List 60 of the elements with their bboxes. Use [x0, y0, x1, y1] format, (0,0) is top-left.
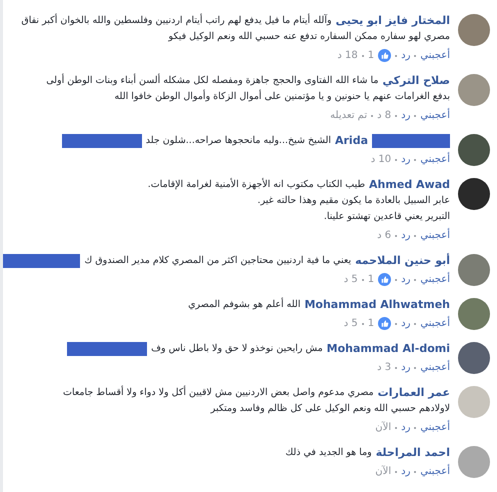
- comment-time[interactable]: الآن: [375, 464, 392, 479]
- comment-text: وآلله أيتام ما فيل يدفع لهم راتب أيتام اردنيين وفلسطين والله بالخوان أكبر نفاق: [21, 13, 332, 28]
- comment-text: طيب الكتاب مكتوب انه الأجهزة الأمنية لغرامة الإقامات.: [148, 177, 366, 192]
- author-link[interactable]: Mohammad Al-domi: [326, 341, 450, 357]
- comment-time[interactable]: 10 د: [370, 152, 392, 167]
- avatar-photo[interactable]: [458, 342, 490, 374]
- like-link[interactable]: أعجبني: [420, 316, 450, 331]
- comment-text: الشيخ شيخ...ولبه مانحجوها صراحه...شلون جلد: [146, 134, 331, 148]
- like-link[interactable]: أعجبني: [420, 228, 450, 243]
- comment-text: لاولادهم حسبي الله ونعم الوكيل على كل ظالم وفاسد ومتكبر: [210, 402, 450, 416]
- like-link[interactable]: أعجبني: [420, 108, 450, 123]
- reply-link[interactable]: رد: [401, 152, 410, 167]
- comment-time[interactable]: 3 د: [377, 360, 392, 375]
- edited-label[interactable]: تم تعديله: [330, 108, 368, 123]
- like-count: 1: [368, 49, 374, 63]
- like-count: 1: [368, 273, 374, 287]
- like-link[interactable]: أعجبني: [420, 272, 450, 287]
- like-link[interactable]: أعجبني: [420, 360, 450, 375]
- like-count: 1: [368, 317, 374, 331]
- comment-time[interactable]: 8 د: [377, 108, 392, 123]
- comment-text: وما هو الجديد في ذلك: [285, 446, 372, 460]
- author-link[interactable]: Arida: [334, 133, 368, 149]
- comment-time[interactable]: 5 د: [344, 272, 358, 287]
- author-link[interactable]: أبو حنين الملاحمه: [355, 253, 450, 269]
- comment-text: ما شاء الله الفتاوى والحجج جاهزة ومفصله لكل مشكله ألسن أبناء وبنات الوطن أولى: [46, 73, 378, 88]
- thumbs-up-icon: [378, 317, 392, 330]
- author-link[interactable]: Mohammad Alhwatmeh: [304, 297, 450, 313]
- comment-text: الله أعلم هو بشوفم المصري: [188, 297, 300, 312]
- author-link[interactable]: احمد المراحلة: [376, 445, 450, 461]
- reply-link[interactable]: رد: [401, 464, 410, 479]
- reply-link[interactable]: رد: [401, 48, 410, 63]
- comment-text: مصري لهو سفاره ممكن السفاره تدفع عنه حسبي الله ونعم الوكيل فيكو: [168, 30, 450, 44]
- avatar-photo[interactable]: [458, 178, 490, 210]
- like-link[interactable]: أعجبني: [420, 420, 450, 435]
- thumbs-up-icon: [378, 273, 392, 286]
- author-link[interactable]: Ahmed Awad: [369, 177, 450, 193]
- reply-link[interactable]: رد: [401, 228, 410, 243]
- comment-time[interactable]: 5 د: [344, 316, 358, 331]
- comment-text: يعني ما فية اردنيين محتاجين اكثر من المصري كلام مدير الصندوق ك: [84, 254, 352, 268]
- author-link[interactable]: صلاح التركي: [382, 73, 450, 89]
- comment-time[interactable]: 18 د: [337, 48, 358, 63]
- comment-text: عابر السبيل بالعادة ما يكون مقيم وهذا حالته غير.: [258, 194, 450, 208]
- comment-text: مش رايحين نوخذو لا حق ولا باطل ناس وف: [151, 342, 323, 356]
- thumbs-up-icon: [378, 49, 392, 62]
- author-link[interactable]: عمر العمارات: [378, 385, 450, 401]
- comment-text: التبرير يعني قاعدين تهشتو علينا.: [324, 210, 450, 224]
- comment-text: بدفع الغرامات عنهم يا حنونين و يا مؤتمنين على أموال الزكاة وأموال الوطن خافوا الله: [114, 89, 450, 104]
- like-link[interactable]: أعجبني: [420, 152, 450, 167]
- reply-link[interactable]: رد: [401, 420, 410, 435]
- author-link[interactable]: المختار فايز ابو يحيى: [336, 13, 450, 29]
- reply-link[interactable]: رد: [401, 108, 410, 123]
- like-link[interactable]: أعجبني: [420, 464, 450, 479]
- reply-link[interactable]: رد: [401, 272, 410, 287]
- like-link[interactable]: أعجبني: [420, 48, 450, 63]
- avatar-photo[interactable]: [458, 134, 490, 166]
- reply-link[interactable]: رد: [401, 360, 410, 375]
- reply-link[interactable]: رد: [401, 316, 410, 331]
- comment-time[interactable]: 6 د: [377, 228, 392, 243]
- comment-time[interactable]: الآن: [375, 420, 392, 435]
- comment-text: مصري مدعوم واصل بعض الاردنيين مش لاقيين أكل ولا دواء ولا أقساط جامعات: [63, 385, 374, 400]
